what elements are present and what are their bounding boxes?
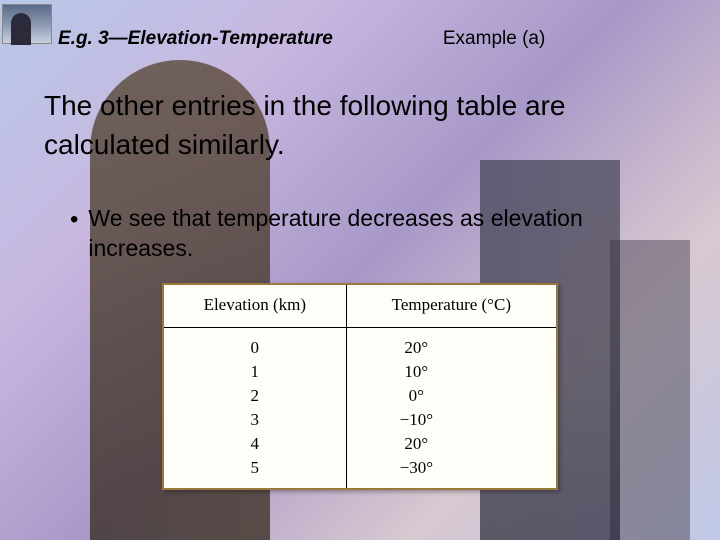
column-header-elevation: Elevation (km) xyxy=(164,285,346,328)
temperature-cell: 20° xyxy=(346,432,556,456)
temperature-cell: −10° xyxy=(346,408,556,432)
slide-bullet: • We see that temperature decreases as e… xyxy=(70,204,680,264)
column-header-temperature: Temperature (°C) xyxy=(346,285,556,328)
elevation-cell: 5 xyxy=(164,456,346,480)
table-header-row: Elevation (km) Temperature (°C) xyxy=(164,285,556,328)
data-table: Elevation (km) Temperature (°C) 0 20° 1 … xyxy=(162,283,558,490)
elevation-cell: 0 xyxy=(164,336,346,360)
slide-example-label: Example (a) xyxy=(443,28,545,50)
temperature-cell: −30° xyxy=(346,456,556,480)
table-row: 1 10° xyxy=(164,360,556,384)
slide-main-text: The other entries in the following table… xyxy=(44,86,680,164)
slide-topic: E.g. 3—Elevation-Temperature xyxy=(58,28,333,50)
elevation-cell: 1 xyxy=(164,360,346,384)
table-row: 5 −30° xyxy=(164,456,556,480)
elevation-cell: 2 xyxy=(164,384,346,408)
table-row: 4 20° xyxy=(164,432,556,456)
temperature-cell: 20° xyxy=(346,336,556,360)
background-building xyxy=(610,240,690,540)
slide-thumbnail-icon xyxy=(2,4,52,44)
elevation-cell: 4 xyxy=(164,432,346,456)
elevation-cell: 3 xyxy=(164,408,346,432)
temperature-cell: 10° xyxy=(346,360,556,384)
temperature-cell: 0° xyxy=(346,384,556,408)
table-row: 0 20° xyxy=(164,336,556,360)
bullet-icon: • xyxy=(70,206,78,234)
slide-header: E.g. 3—Elevation-Temperature Example (a) xyxy=(58,28,690,50)
bullet-text: We see that temperature decreases as ele… xyxy=(88,204,680,264)
table-row: 2 0° xyxy=(164,384,556,408)
table-row: 3 −10° xyxy=(164,408,556,432)
